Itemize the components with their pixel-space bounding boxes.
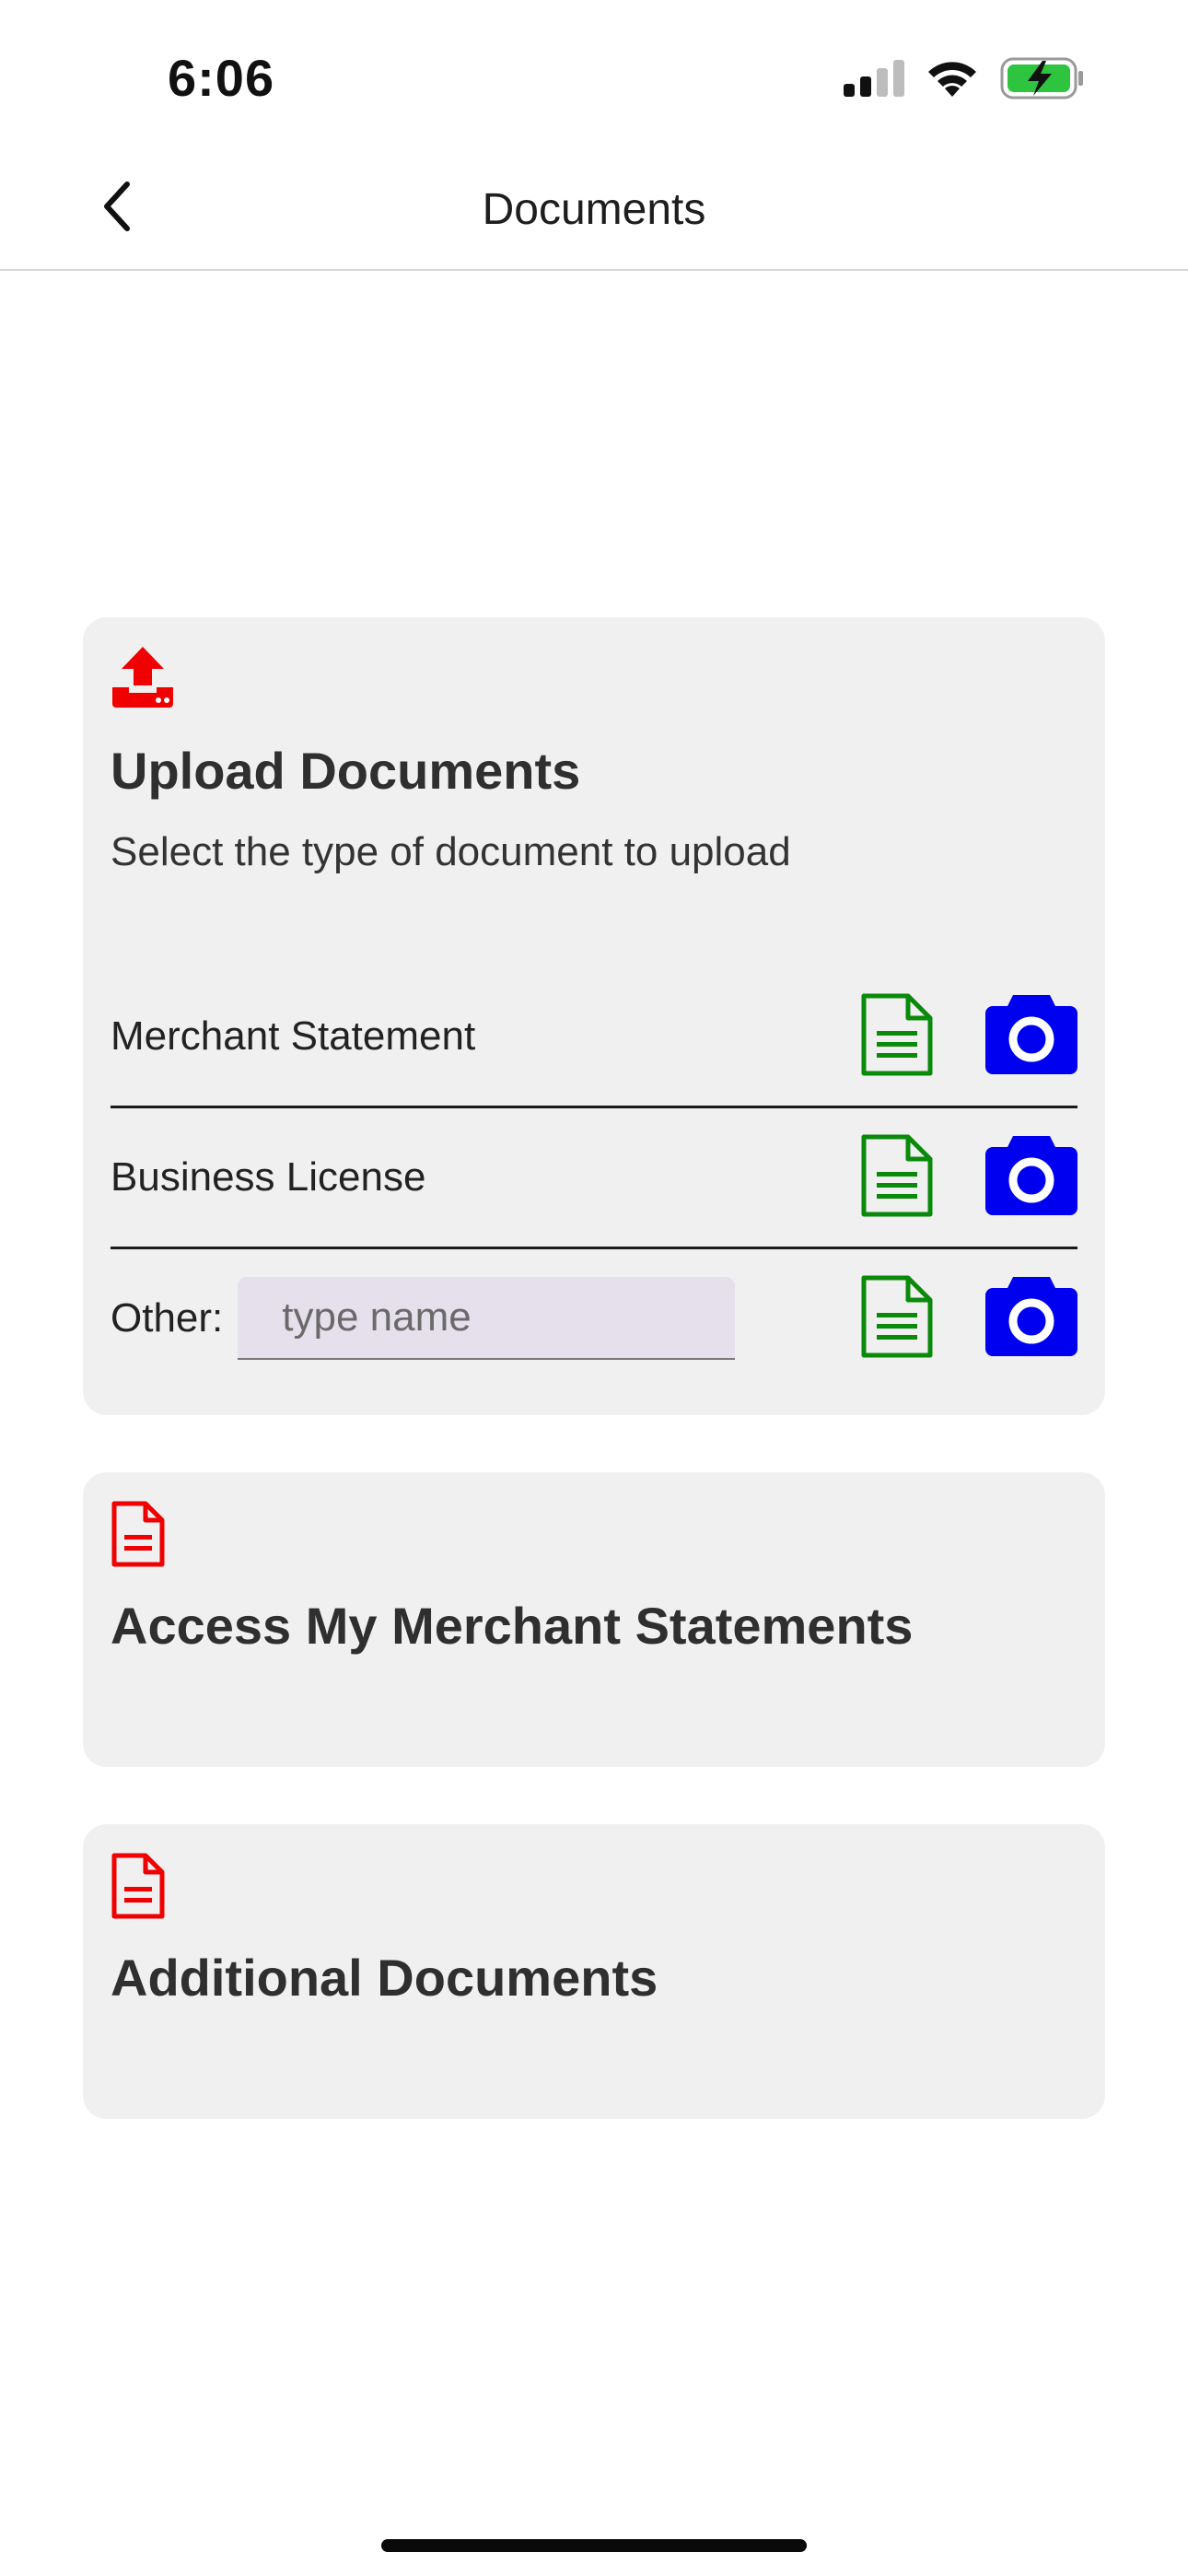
additional-documents-title: Additional Documents: [111, 1949, 658, 2007]
camera-icon: [985, 994, 1077, 1079]
battery-charging-icon: [1000, 57, 1085, 104]
cellular-signal-icon: [844, 60, 904, 101]
other-document-name-input[interactable]: [238, 1277, 736, 1360]
additional-documents-card[interactable]: Additional Documents: [83, 1824, 1105, 2119]
file-document-icon: [860, 1274, 934, 1364]
row-label-other: Other:: [111, 1295, 224, 1341]
status-time: 6:06: [168, 49, 275, 107]
file-document-icon: [860, 992, 934, 1082]
home-indicator[interactable]: [381, 2539, 807, 2552]
document-row-merchant-statement: Merchant Statement: [111, 967, 1077, 1108]
upload-documents-subtitle: Select the type of document to upload: [111, 829, 791, 874]
nav-bar: Documents: [0, 147, 1188, 271]
other-file-button[interactable]: [853, 1272, 941, 1364]
business-license-camera-button[interactable]: [985, 1131, 1077, 1224]
wifi-icon: [925, 58, 980, 103]
access-merchant-statements-card[interactable]: Access My Merchant Statements: [83, 1472, 1105, 1767]
row-label-business-license: Business License: [111, 1154, 426, 1200]
status-bar: 6:06: [0, 0, 1188, 147]
camera-icon: [985, 1276, 1077, 1361]
upload-documents-title: Upload Documents: [111, 742, 581, 800]
business-license-file-button[interactable]: [853, 1131, 941, 1224]
upload-documents-card: Upload Documents Select the type of docu…: [83, 617, 1105, 1415]
row-label-merchant-statement: Merchant Statement: [111, 1013, 476, 1059]
document-icon: [111, 1500, 166, 1573]
other-camera-button[interactable]: [985, 1272, 1077, 1364]
merchant-statement-file-button[interactable]: [853, 990, 941, 1083]
file-document-icon: [860, 1133, 934, 1223]
document-icon: [111, 1852, 166, 1925]
document-row-business-license: Business License: [111, 1108, 1077, 1249]
upload-icon: [111, 645, 175, 712]
status-icons: [844, 57, 1085, 104]
document-row-other: Other:: [111, 1249, 1077, 1388]
page-title: Documents: [482, 185, 706, 234]
camera-icon: [985, 1135, 1077, 1220]
merchant-statement-camera-button[interactable]: [985, 990, 1077, 1083]
access-merchant-statements-title: Access My Merchant Statements: [111, 1597, 914, 1655]
